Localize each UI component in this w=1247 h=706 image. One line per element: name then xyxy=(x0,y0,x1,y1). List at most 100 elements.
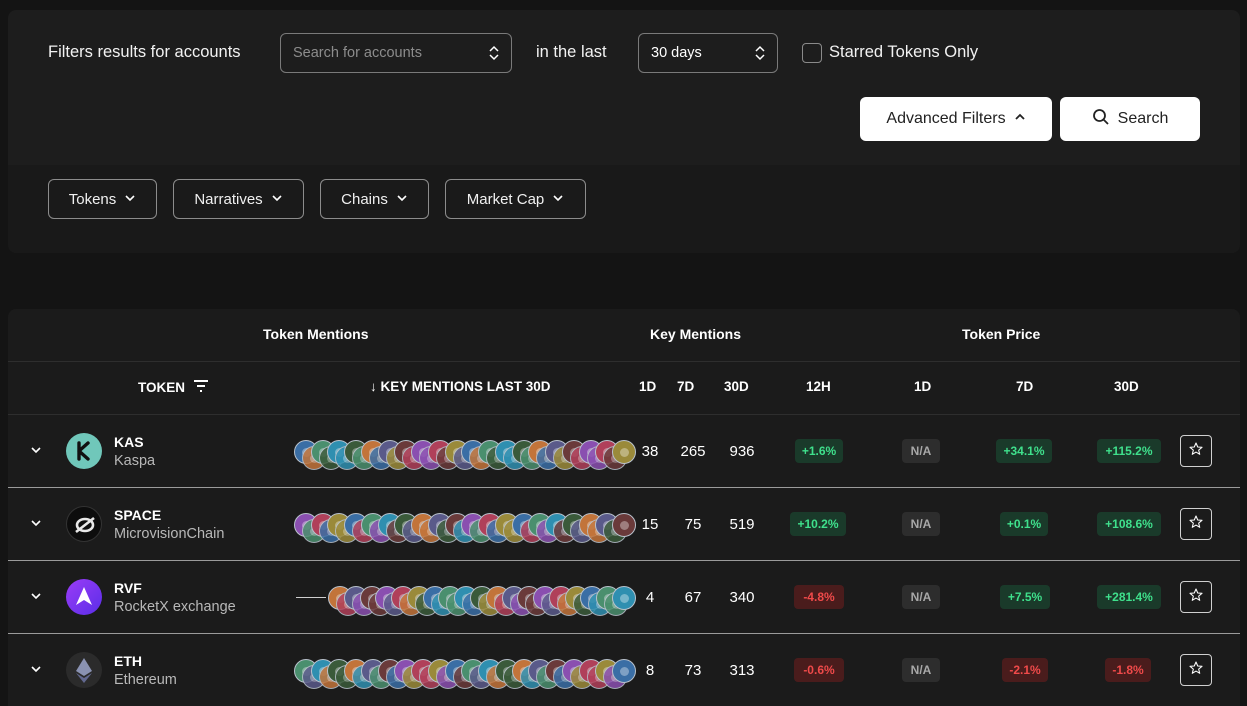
key-mentions-7d: 265 xyxy=(680,443,706,460)
token-symbol: SPACE xyxy=(114,507,162,523)
expand-chevron-icon[interactable] xyxy=(30,589,42,601)
mention-avatar[interactable] xyxy=(612,659,636,683)
column-price-7d[interactable]: 7D xyxy=(1016,379,1033,394)
table-row[interactable]: KAS Kaspa 38 265 936 +1.6% N/A +34.1% +1… xyxy=(8,415,1240,487)
star-button[interactable] xyxy=(1180,435,1212,467)
kaspa-logo-icon xyxy=(66,433,102,469)
price-change-7d: +0.1% xyxy=(1000,512,1048,536)
star-button[interactable] xyxy=(1180,581,1212,613)
chip-label: Tokens xyxy=(68,190,117,208)
filter-chip-market-cap[interactable]: Market Cap xyxy=(445,179,586,219)
search-button[interactable]: Search xyxy=(1060,97,1200,141)
price-change-30d: +108.6% xyxy=(1097,512,1161,536)
advanced-filters-button[interactable]: Advanced Filters xyxy=(860,97,1052,141)
starred-only-checkbox[interactable] xyxy=(802,43,822,63)
star-icon xyxy=(1188,587,1204,608)
price-change-12h: +1.6% xyxy=(795,439,843,463)
updown-chevron-icon xyxy=(489,45,499,61)
accounts-search-placeholder: Search for accounts xyxy=(293,45,422,61)
star-button[interactable] xyxy=(1180,508,1212,540)
starred-only-label: Starred Tokens Only xyxy=(829,43,979,61)
column-price-1d[interactable]: 1D xyxy=(914,379,931,394)
token-name: MicrovisionChain xyxy=(114,526,225,542)
column-token[interactable]: TOKEN xyxy=(138,379,209,396)
key-mentions-1d: 38 xyxy=(641,443,659,460)
period-select[interactable]: 30 days xyxy=(638,33,778,73)
rocketx-logo-icon xyxy=(66,579,102,615)
token-symbol: KAS xyxy=(114,434,144,450)
table-row[interactable]: SPACE MicrovisionChain 15 75 519 +10.2% … xyxy=(8,488,1240,560)
key-mentions-7d: 67 xyxy=(684,589,702,606)
price-change-7d: +34.1% xyxy=(996,439,1052,463)
chevron-down-icon xyxy=(396,191,408,208)
key-mentions-30d: 519 xyxy=(729,516,755,533)
key-mentions-7d: 73 xyxy=(684,662,702,679)
star-icon xyxy=(1188,660,1204,681)
column-km-30d[interactable]: 30D xyxy=(724,379,749,394)
filter-chip-narratives[interactable]: Narratives xyxy=(173,179,304,219)
token-name: Kaspa xyxy=(114,453,156,469)
key-mentions-1d: 8 xyxy=(645,662,655,679)
token-mentions-table: Token Mentions Key Mentions Token Price … xyxy=(8,309,1240,706)
divider xyxy=(8,361,1240,362)
expand-chevron-icon[interactable] xyxy=(30,443,42,455)
filter-chip-chains[interactable]: Chains xyxy=(320,179,429,219)
star-button[interactable] xyxy=(1180,654,1212,686)
price-change-1d: N/A xyxy=(902,585,940,609)
column-key-mentions-last[interactable]: ↓ KEY MENTIONS LAST 30D xyxy=(370,379,551,394)
column-price-12h[interactable]: 12H xyxy=(806,379,831,394)
search-icon xyxy=(1092,108,1110,131)
group-header-token-mentions: Token Mentions xyxy=(263,326,369,342)
price-change-1d: N/A xyxy=(902,439,940,463)
filters-intro-label: Filters results for accounts xyxy=(48,43,241,61)
key-mentions-30d: 340 xyxy=(729,589,755,606)
mention-avatar[interactable] xyxy=(612,586,636,610)
column-price-30d[interactable]: 30D xyxy=(1114,379,1139,394)
price-change-7d: -2.1% xyxy=(1002,658,1048,682)
ethereum-logo-icon xyxy=(66,652,102,688)
table-row[interactable]: RVF RocketX exchange 4 67 340 -4.8% N/A … xyxy=(8,561,1240,633)
chevron-down-icon xyxy=(552,191,564,208)
price-change-1d: N/A xyxy=(902,658,940,682)
advanced-filters-label: Advanced Filters xyxy=(886,110,1006,127)
filter-chip-tokens[interactable]: Tokens xyxy=(48,179,157,219)
star-icon xyxy=(1188,441,1204,462)
chevron-down-icon xyxy=(271,191,283,208)
token-symbol: ETH xyxy=(114,653,142,669)
key-mentions-avatars xyxy=(294,513,636,543)
column-km-1d[interactable]: 1D xyxy=(639,379,656,394)
accounts-search-select[interactable]: Search for accounts xyxy=(280,33,512,73)
star-icon xyxy=(1188,514,1204,535)
key-mentions-7d: 75 xyxy=(684,516,702,533)
mention-avatar[interactable] xyxy=(612,440,636,464)
price-change-12h: +10.2% xyxy=(790,512,846,536)
price-change-30d: -1.8% xyxy=(1105,658,1151,682)
price-change-12h: -0.6% xyxy=(794,658,844,682)
table-row[interactable]: ETH Ethereum 8 73 313 -0.6% N/A -2.1% -1… xyxy=(8,634,1240,706)
key-mentions-avatars xyxy=(328,586,636,616)
price-change-30d: +115.2% xyxy=(1097,439,1161,463)
token-name: Ethereum xyxy=(114,672,177,688)
key-mentions-30d: 936 xyxy=(729,443,755,460)
chip-label: Chains xyxy=(341,190,388,208)
price-change-1d: N/A xyxy=(902,512,940,536)
column-token-label: TOKEN xyxy=(138,380,186,395)
expand-chevron-icon[interactable] xyxy=(30,662,42,674)
mentions-line xyxy=(296,597,326,598)
price-change-7d: +7.5% xyxy=(1000,585,1050,609)
sort-filter-icon[interactable] xyxy=(193,379,209,396)
expand-chevron-icon[interactable] xyxy=(30,516,42,528)
price-change-30d: +281.4% xyxy=(1097,585,1161,609)
mention-avatar[interactable] xyxy=(612,513,636,537)
key-mentions-1d: 15 xyxy=(641,516,659,533)
column-km-7d[interactable]: 7D xyxy=(677,379,694,394)
token-symbol: RVF xyxy=(114,580,142,596)
group-header-token-price: Token Price xyxy=(962,326,1041,342)
search-button-label: Search xyxy=(1117,110,1169,127)
token-name: RocketX exchange xyxy=(114,599,236,615)
period-value: 30 days xyxy=(651,45,702,61)
in-the-last-label: in the last xyxy=(536,43,607,61)
chevron-down-icon xyxy=(124,191,136,208)
chip-label: Narratives xyxy=(194,190,263,208)
microvision-logo-icon xyxy=(66,506,102,542)
